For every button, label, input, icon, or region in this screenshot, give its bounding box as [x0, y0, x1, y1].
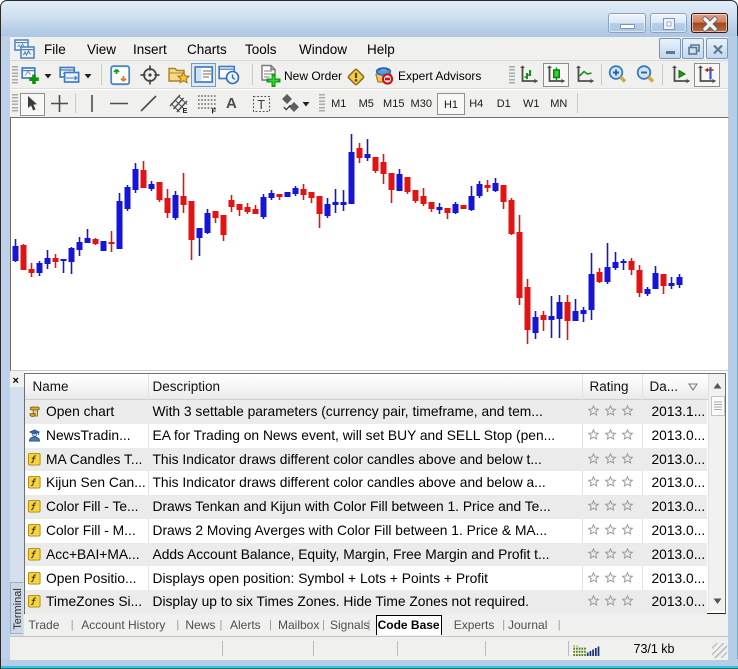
svg-text:E: E [183, 106, 188, 114]
svg-text:T: T [257, 98, 265, 112]
svg-text:F: F [212, 107, 217, 115]
